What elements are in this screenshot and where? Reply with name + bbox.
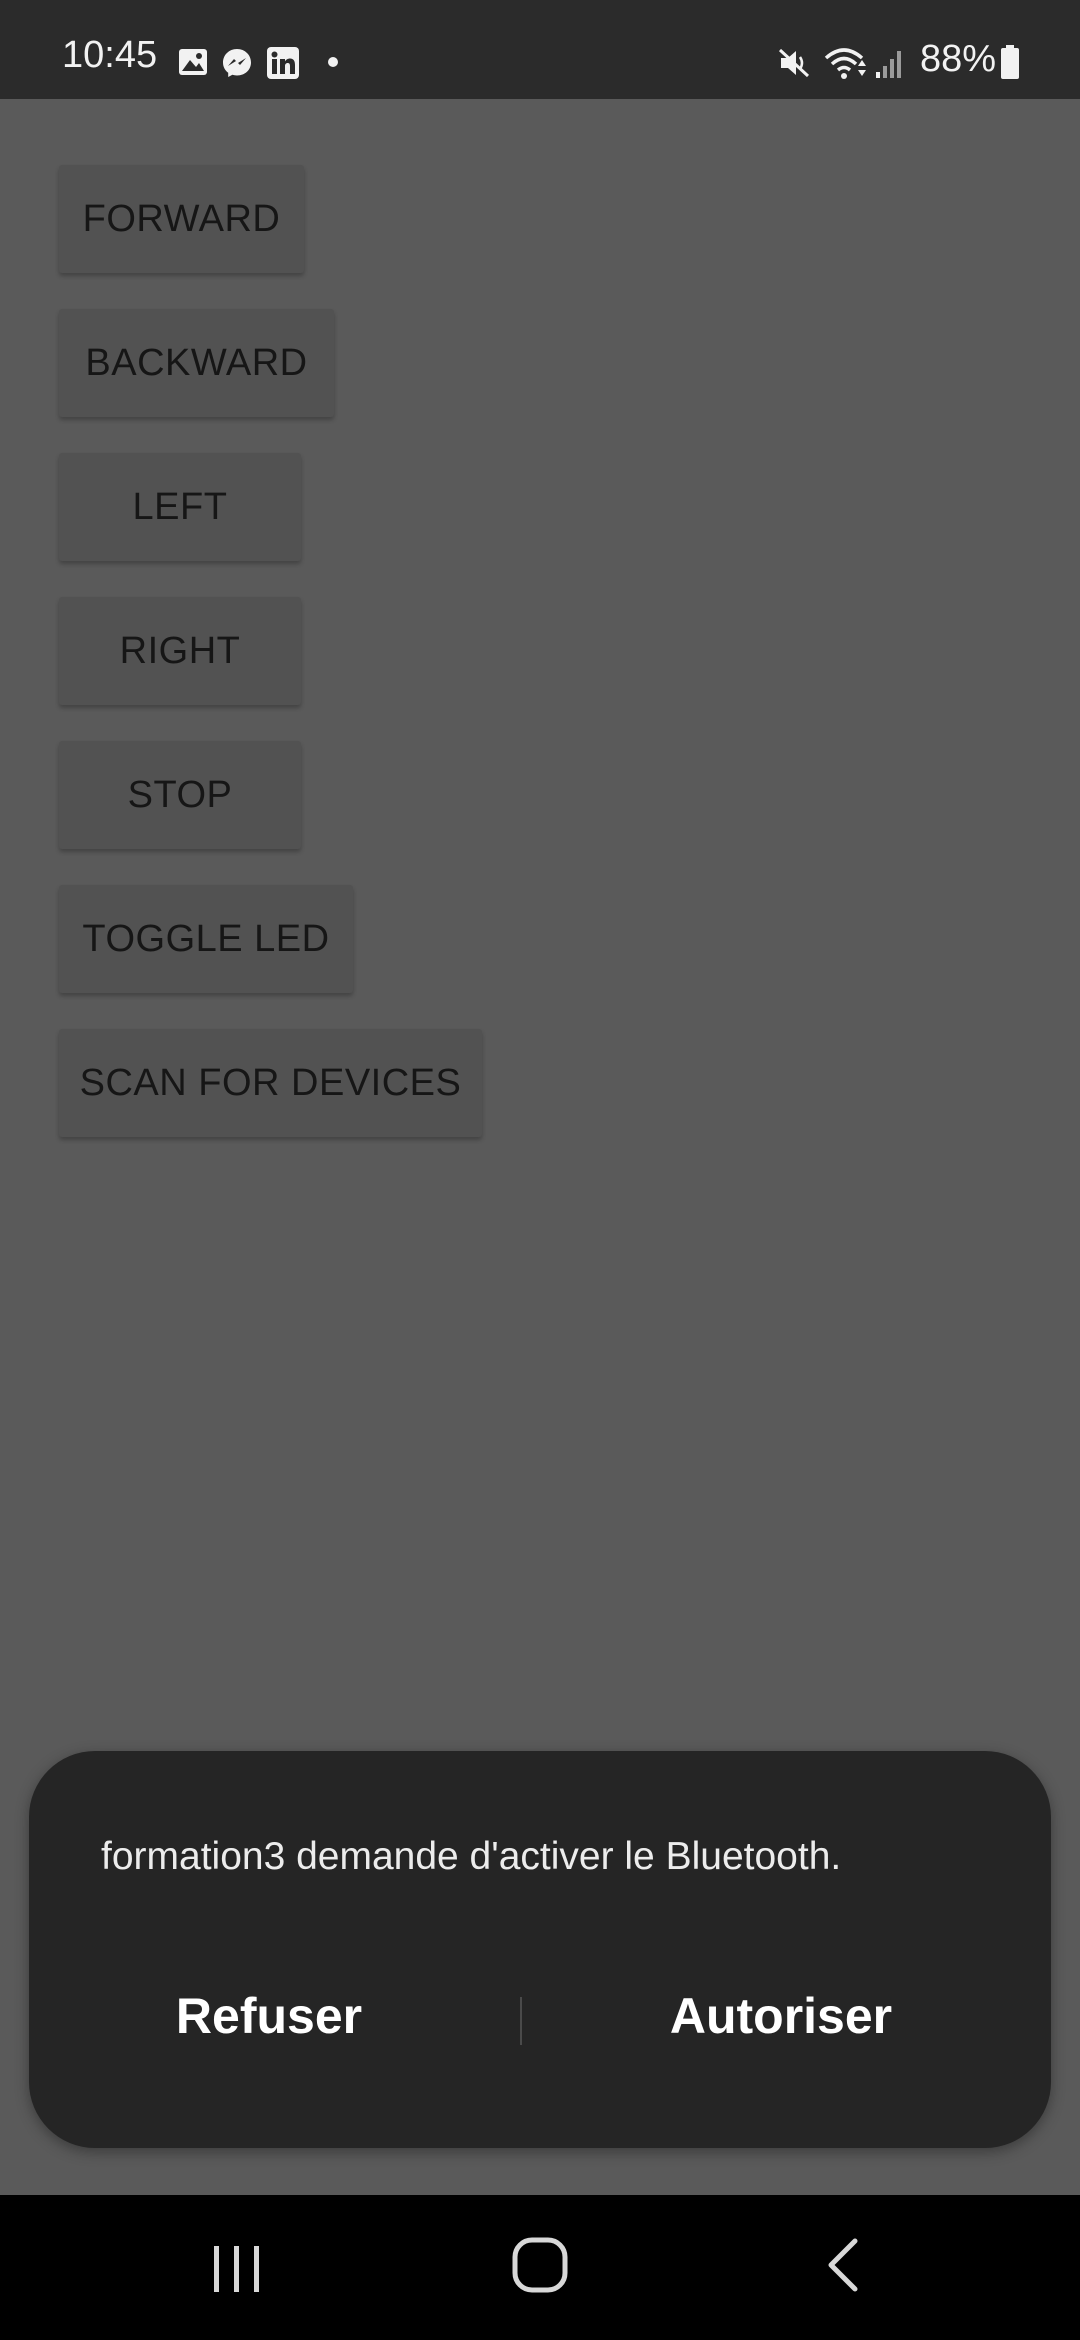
scan-for-devices-button[interactable]: SCAN FOR DEVICES bbox=[59, 1029, 482, 1137]
left-button[interactable]: LEFT bbox=[59, 453, 301, 561]
forward-button[interactable]: FORWARD bbox=[59, 165, 304, 273]
home-icon[interactable] bbox=[510, 2235, 570, 2295]
allow-button[interactable]: Autoriser bbox=[571, 1986, 991, 2046]
backward-button[interactable]: BACKWARD bbox=[59, 309, 334, 417]
battery-icon bbox=[1001, 45, 1019, 79]
status-time: 10:45 bbox=[62, 34, 158, 76]
battery-percentage: 88% bbox=[920, 38, 997, 80]
dot-icon bbox=[328, 57, 338, 67]
gallery-icon bbox=[179, 49, 207, 75]
right-button[interactable]: RIGHT bbox=[59, 597, 301, 705]
linkedin-icon bbox=[267, 47, 299, 79]
wifi-icon bbox=[824, 48, 866, 79]
deny-button[interactable]: Refuser bbox=[69, 1986, 469, 2046]
dialog-button-divider bbox=[520, 1997, 522, 2045]
recent-apps-icon[interactable] bbox=[208, 2239, 268, 2299]
dialog-message: formation3 demande d'activer le Bluetoot… bbox=[101, 1835, 842, 1878]
signal-icon bbox=[876, 51, 901, 78]
toggle-led-button[interactable]: TOGGLE LED bbox=[59, 885, 353, 993]
stop-button[interactable]: STOP bbox=[59, 741, 301, 849]
back-icon[interactable] bbox=[815, 2235, 875, 2295]
messenger-icon bbox=[223, 49, 251, 77]
mute-icon bbox=[778, 48, 810, 78]
status-bar: 10:45 88% bbox=[0, 0, 1080, 99]
navigation-bar bbox=[0, 2195, 1080, 2340]
bluetooth-permission-dialog: formation3 demande d'activer le Bluetoot… bbox=[29, 1751, 1051, 2148]
